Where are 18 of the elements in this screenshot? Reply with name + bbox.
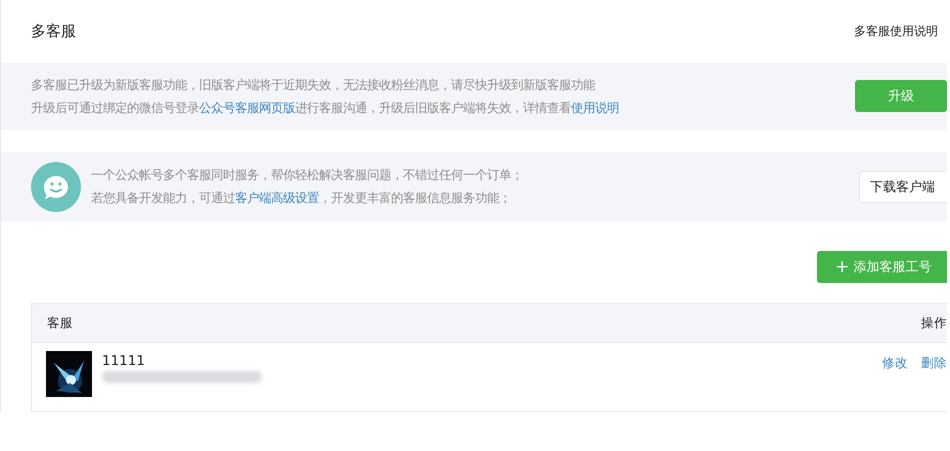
- action-link[interactable]: 删除: [921, 355, 947, 372]
- notice-text: 一个公众帐号多个客服同时服务，帮你轻松解决客服问题，不错过任何一个订单；: [91, 167, 524, 184]
- notice-text: 升级后可通过绑定的微信号登录公众号客服网页版进行客服沟通，升级后旧版客户端将失效，详情查看使用说明: [31, 100, 620, 117]
- notice-text: 若您具备开发能力，可通过客户端高级设置，开发更丰富的客服信息服务功能；: [91, 190, 512, 208]
- add-agent-button[interactable]: + 添加客服工号: [817, 251, 947, 283]
- action-link[interactable]: 修改: [882, 355, 908, 372]
- column-header: 客服: [47, 314, 73, 332]
- notice-text: 多客服已升级为新版客服功能，旧版客户端将于近期失效，无法接收粉丝消息，请尽快升级到新版客服功能: [31, 76, 596, 94]
- text-link[interactable]: 客户端高级设置: [235, 191, 319, 206]
- text-link[interactable]: 公众号客服网页版: [199, 100, 295, 115]
- download-client-button[interactable]: 下载客户端: [859, 170, 947, 203]
- text-link[interactable]: 使用说明: [571, 100, 619, 115]
- upgrade-button[interactable]: 升级: [855, 80, 947, 112]
- help-link[interactable]: 多客服使用说明: [854, 22, 938, 40]
- page-title: 多客服: [31, 22, 76, 41]
- column-header: 操作: [921, 314, 947, 332]
- smiley-icon: [31, 162, 81, 212]
- agent-name: 11111: [102, 353, 146, 369]
